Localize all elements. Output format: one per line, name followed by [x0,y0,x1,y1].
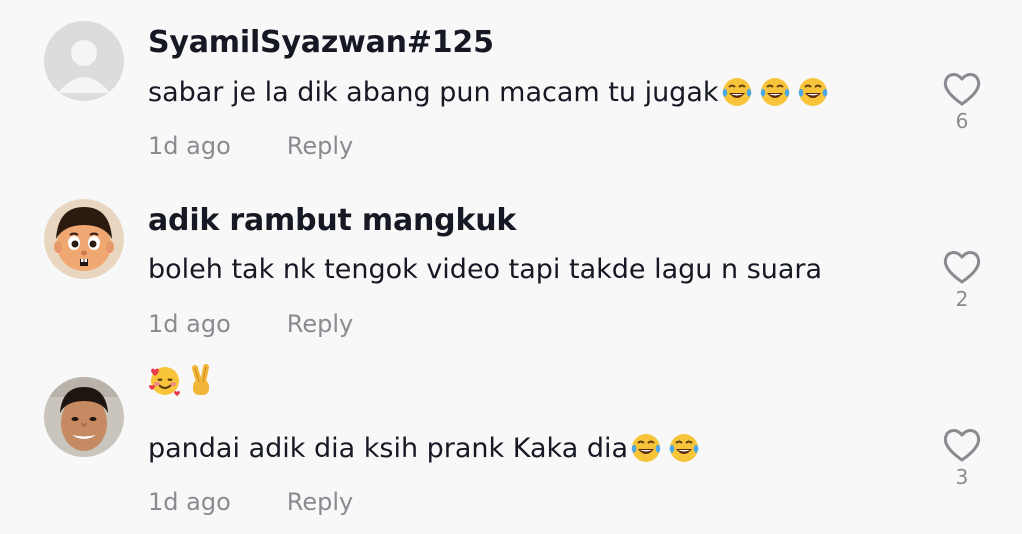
face-with-tears-of-joy-icon [759,76,791,108]
username[interactable]: adik rambut mangkuk [148,203,516,238]
comment-text-content: pandai adik dia ksih prank Kaka dia [148,432,629,464]
comment-meta: 1d ago Reply [148,132,353,160]
like-button[interactable]: 3 [940,427,984,489]
comment-text: pandai adik dia ksih prank Kaka dia [148,432,700,464]
comment-text-content: boleh tak nk tengok video tapi takde lag… [148,254,823,285]
comment-text: boleh tak nk tengok video tapi takde lag… [148,254,822,285]
photo-avatar[interactable] [44,377,124,457]
like-count: 6 [955,109,969,133]
like-count: 2 [955,287,969,311]
heart-icon[interactable] [942,71,982,107]
face-with-tears-of-joy-icon [630,432,662,464]
timestamp: 1d ago [148,132,231,160]
comment-item: pandai adik dia ksih prank Kaka dia 1d a… [0,356,1022,534]
cartoon-boy-avatar[interactable] [44,199,124,279]
face-with-tears-of-joy-icon [668,432,700,464]
face-with-tears-of-joy-icon [721,76,753,108]
username[interactable]: SyamilSyazwan#125 [148,25,494,60]
default-avatar[interactable] [44,21,124,101]
comment-text-content: sabar je la dik abang pun macam tu jugak [148,76,719,108]
heart-icon[interactable] [942,249,982,285]
username-emojis[interactable] [148,364,218,398]
comment-meta: 1d ago Reply [148,310,353,338]
reply-button[interactable]: Reply [287,310,353,338]
heart-icon[interactable] [942,427,982,463]
like-count: 3 [955,465,969,489]
victory-hand-icon [192,364,209,395]
comment-item: adik rambut mangkuk boleh tak nk tengok … [0,178,1022,356]
face-with-tears-of-joy-icon [797,76,829,108]
reply-button[interactable]: Reply [287,488,353,516]
timestamp: 1d ago [148,488,231,516]
comment-item: SyamilSyazwan#125 sabar je la dik abang … [0,0,1022,178]
comment-text: sabar je la dik abang pun macam tu jugak [148,76,829,108]
comment-meta: 1d ago Reply [148,488,353,516]
timestamp: 1d ago [148,310,231,338]
reply-button[interactable]: Reply [287,132,353,160]
smiling-face-with-hearts-icon [149,367,180,396]
like-button[interactable]: 6 [940,71,984,133]
like-button[interactable]: 2 [940,249,984,311]
